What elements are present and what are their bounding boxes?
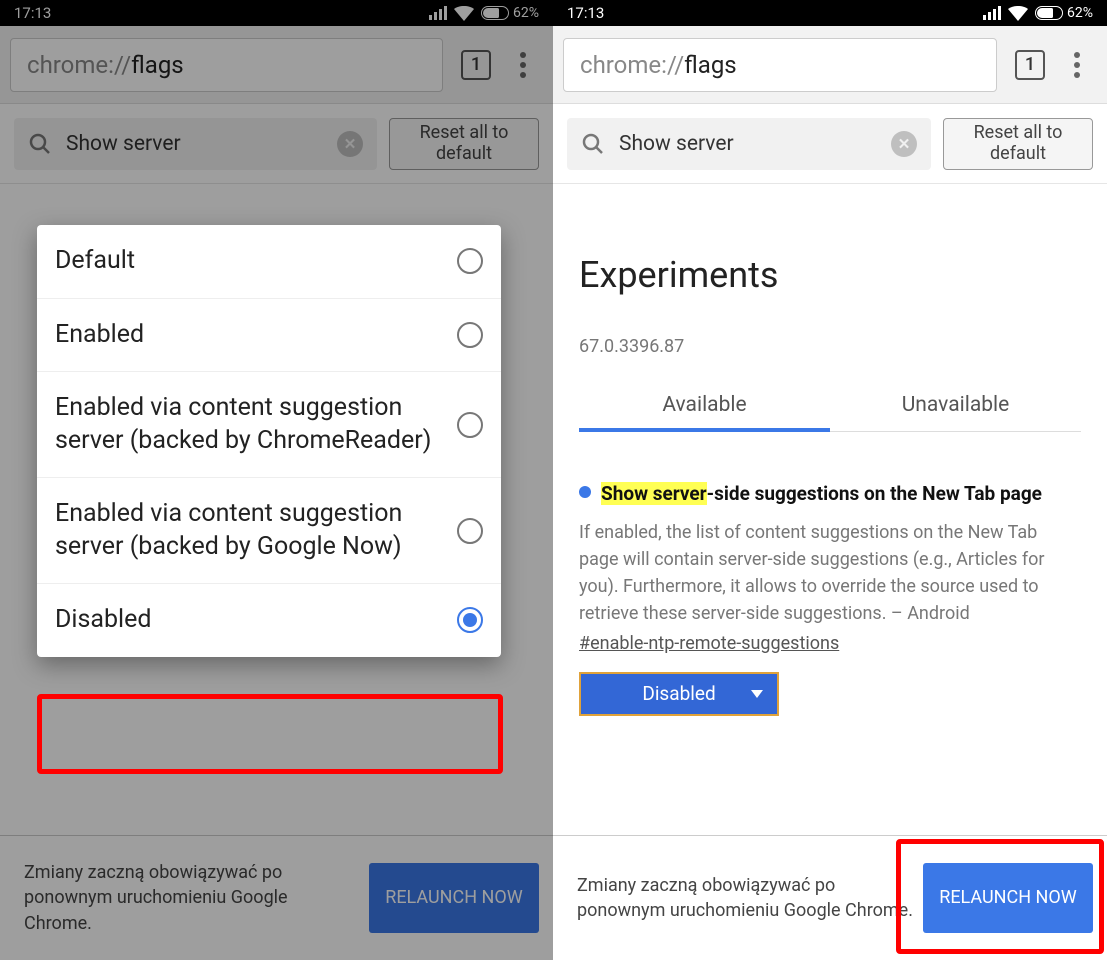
battery-icon: 62%: [1035, 5, 1093, 21]
option-label: Enabled via content suggestion server (b…: [55, 498, 457, 563]
menu-icon[interactable]: [1063, 52, 1091, 78]
tab-available[interactable]: Available: [579, 381, 830, 431]
dropdown-value: Disabled: [642, 682, 715, 705]
footer-bar: Zmiany zaczną obowiązywać po ponownym ur…: [553, 835, 1107, 960]
modal-option-chromereader[interactable]: Enabled via content suggestion server (b…: [37, 371, 501, 477]
url-bar: chrome://flags 1: [553, 26, 1107, 104]
wifi-icon: [1008, 6, 1028, 21]
modal-option-enabled[interactable]: Enabled: [37, 298, 501, 372]
version-text: 67.0.3396.87: [579, 336, 1081, 357]
modal-option-disabled[interactable]: Disabled: [37, 583, 501, 657]
reset-button[interactable]: Reset all to default: [943, 118, 1093, 170]
search-input[interactable]: Show server: [567, 118, 931, 170]
flag-entry: Show server-side suggestions on the New …: [579, 480, 1081, 716]
signal-icon: [983, 6, 1001, 20]
tab-count-button[interactable]: 1: [1015, 50, 1045, 80]
status-bar: 17:13 62%: [553, 0, 1107, 26]
search-row: Show server Reset all to default: [553, 104, 1107, 184]
relaunch-button[interactable]: RELAUNCH NOW: [923, 863, 1093, 933]
radio-icon: [457, 322, 483, 348]
option-label: Enabled: [55, 319, 457, 352]
radio-icon: [457, 412, 483, 438]
radio-icon: [457, 518, 483, 544]
option-label: Default: [55, 245, 457, 278]
chevron-down-icon: [751, 690, 763, 698]
search-text: Show server: [619, 132, 877, 156]
search-icon: [581, 132, 605, 156]
option-label: Enabled via content suggestion server (b…: [55, 392, 457, 457]
flag-description: If enabled, the list of content suggesti…: [579, 519, 1081, 627]
flag-dropdown[interactable]: Disabled: [579, 672, 779, 716]
screen-left: 17:13 62% chrome://flags 1 Show server R…: [0, 0, 553, 960]
flag-title: Show server-side suggestions on the New …: [601, 480, 1042, 509]
url-input[interactable]: chrome://flags: [563, 38, 997, 92]
status-time: 17:13: [567, 4, 604, 22]
page-title: Experiments: [579, 254, 1081, 296]
tab-unavailable[interactable]: Unavailable: [830, 381, 1081, 431]
option-label: Disabled: [55, 604, 457, 637]
modal-option-googlenow[interactable]: Enabled via content suggestion server (b…: [37, 477, 501, 583]
tabs: Available Unavailable: [579, 381, 1081, 432]
radio-icon: [457, 607, 483, 633]
flag-anchor-link[interactable]: #enable-ntp-remote-suggestions: [579, 633, 839, 654]
clear-icon[interactable]: [891, 131, 917, 157]
options-modal: Default Enabled Enabled via content sugg…: [37, 225, 501, 657]
radio-icon: [457, 248, 483, 274]
flag-dot-icon: [579, 486, 591, 498]
screen-right: 17:13 62% chrome://flags 1 Show server R…: [553, 0, 1107, 960]
footer-text: Zmiany zaczną obowiązywać po ponownym ur…: [577, 873, 913, 923]
modal-option-default[interactable]: Default: [37, 225, 501, 298]
